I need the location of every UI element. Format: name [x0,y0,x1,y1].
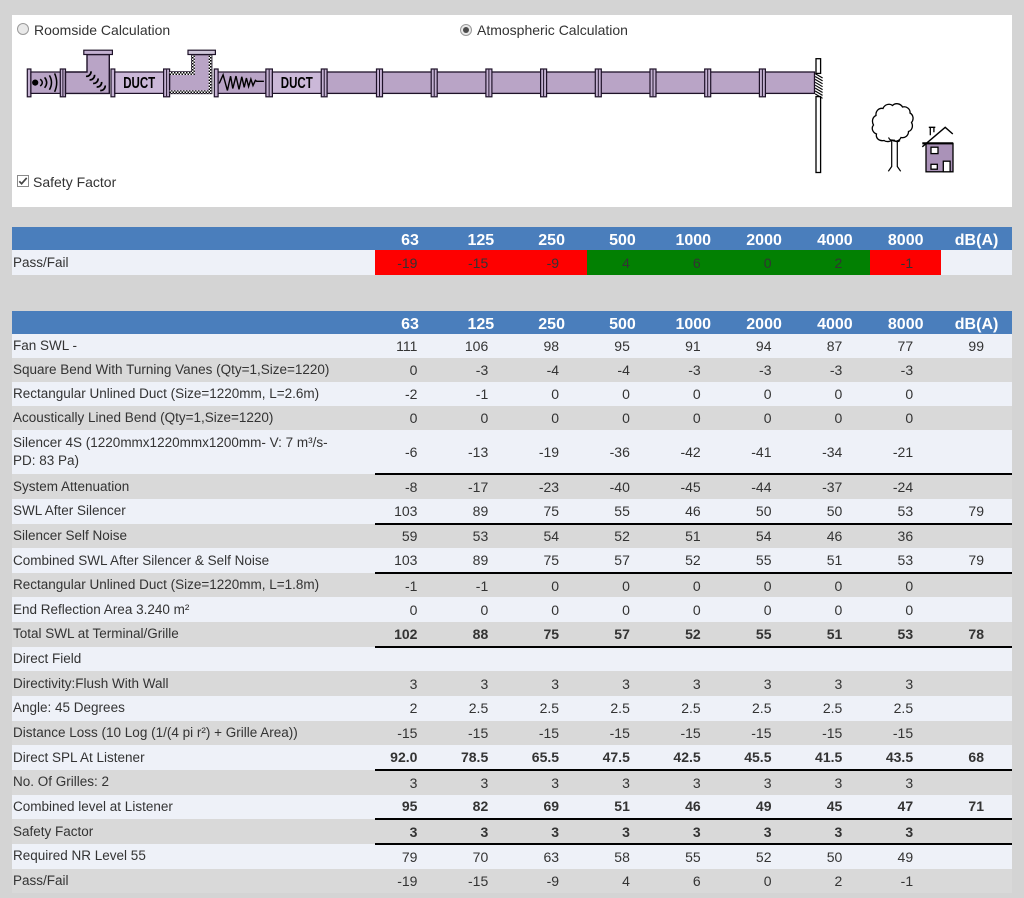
svg-text:DUCT: DUCT [281,75,313,92]
svg-text:DUCT: DUCT [123,75,155,92]
